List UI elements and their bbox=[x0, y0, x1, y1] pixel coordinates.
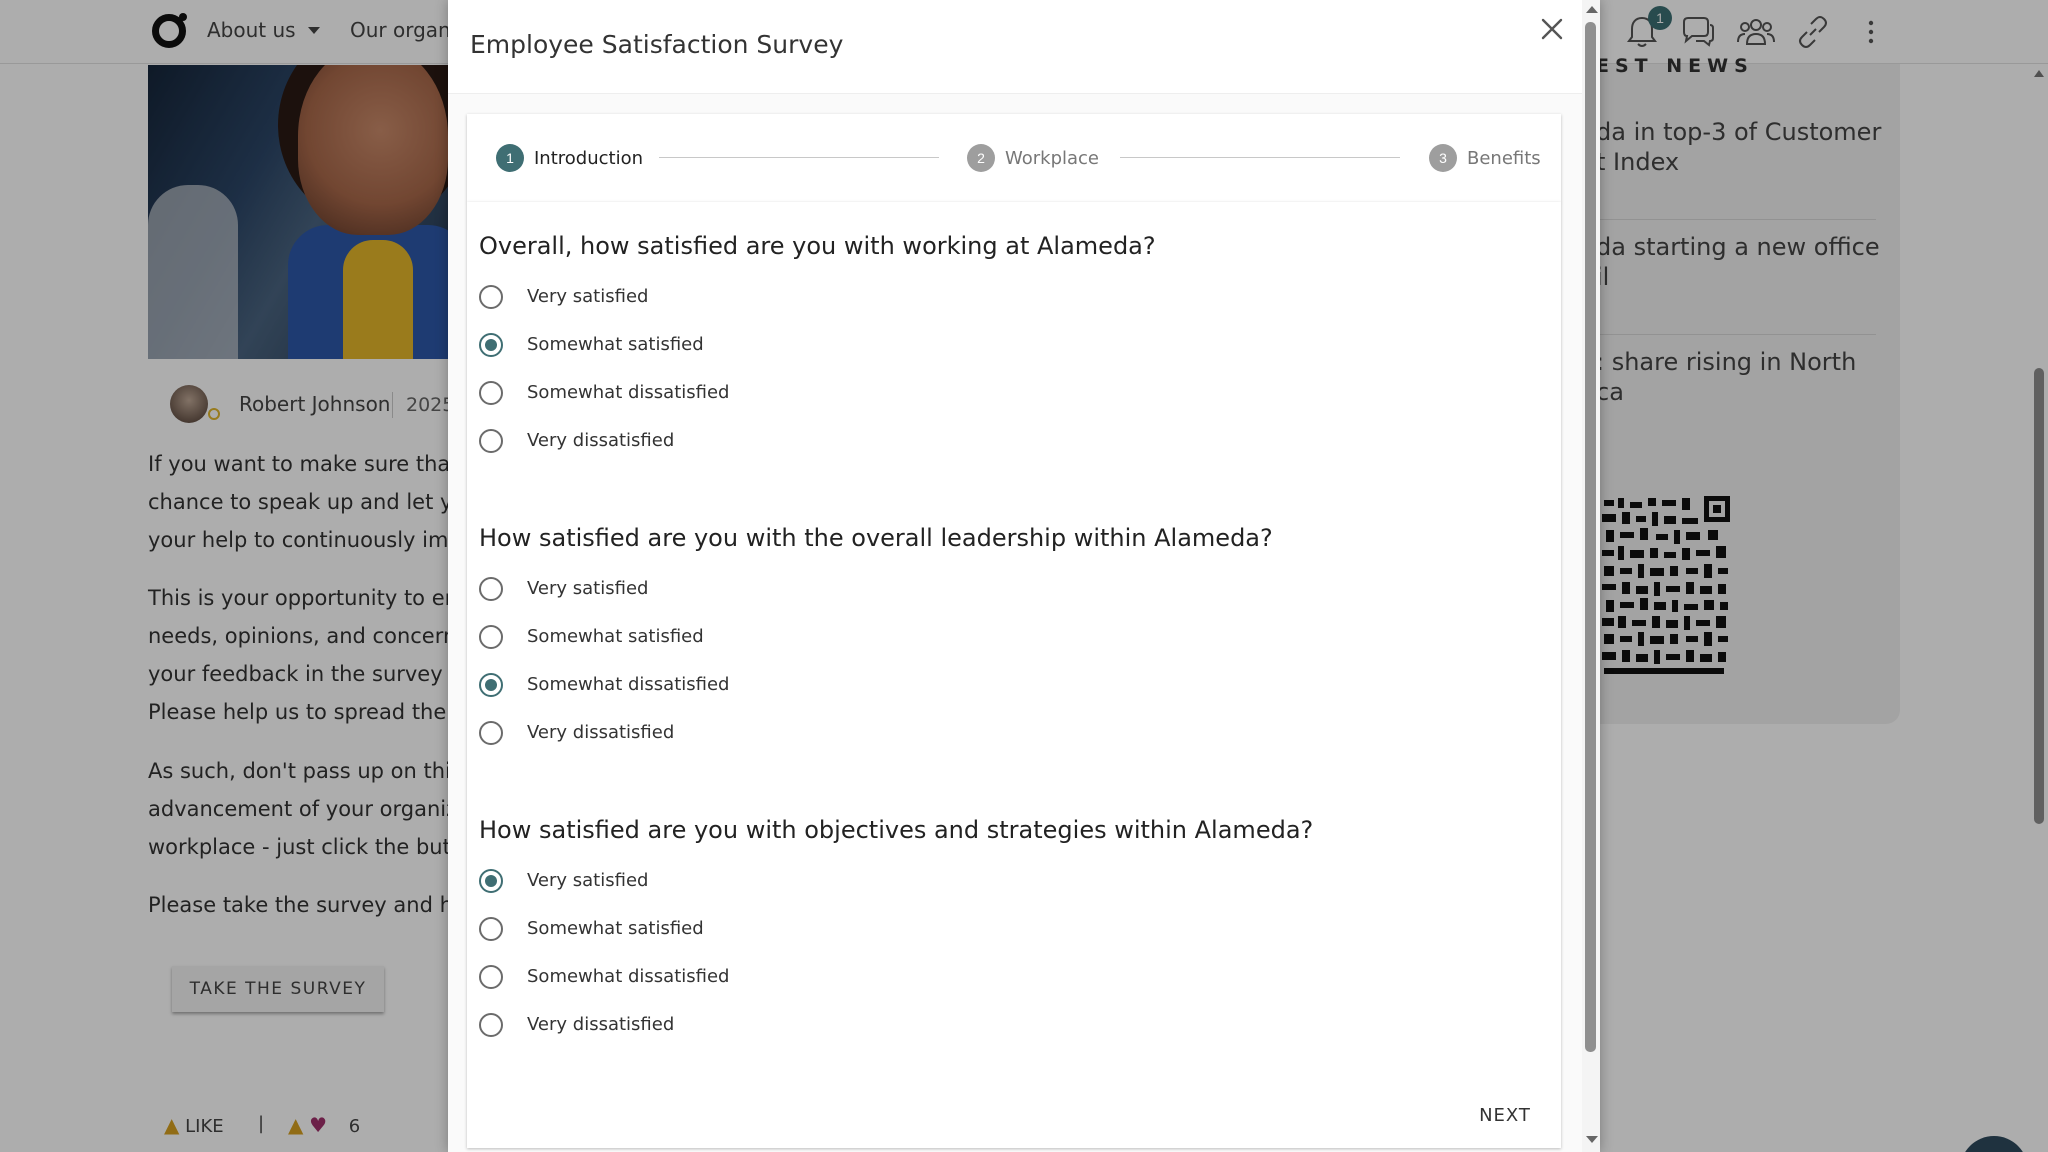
radio-option-label[interactable]: Somewhat dissatisfied bbox=[527, 382, 729, 403]
step-number[interactable]: 1 bbox=[496, 144, 524, 172]
radio-button[interactable] bbox=[479, 721, 503, 745]
radio-option[interactable]: Very dissatisfied bbox=[479, 426, 1079, 456]
dialog-scrollbar-thumb[interactable] bbox=[1585, 22, 1596, 1052]
radio-option[interactable]: Somewhat dissatisfied bbox=[479, 670, 1079, 700]
radio-option[interactable]: Somewhat satisfied bbox=[479, 330, 1079, 360]
question-title: How satisfied are you with objectives an… bbox=[479, 816, 1314, 844]
question-title: Overall, how satisfied are you with work… bbox=[479, 232, 1156, 260]
radio-button-checked[interactable] bbox=[479, 333, 503, 357]
radio-option-label[interactable]: Very satisfied bbox=[527, 578, 648, 599]
question-title: How satisfied are you with the overall l… bbox=[479, 524, 1273, 552]
radio-option[interactable]: Very satisfied bbox=[479, 282, 1079, 312]
dialog-header: Employee Satisfaction Survey bbox=[448, 0, 1582, 94]
dialog-scroll-up-arrow[interactable] bbox=[1586, 6, 1598, 13]
radio-button-checked[interactable] bbox=[479, 673, 503, 697]
radio-option[interactable]: Somewhat satisfied bbox=[479, 914, 1079, 944]
radio-button[interactable] bbox=[479, 577, 503, 601]
radio-option-label[interactable]: Very dissatisfied bbox=[527, 430, 674, 451]
step-introduction[interactable]: Introduction bbox=[534, 148, 643, 169]
next-button[interactable]: NEXT bbox=[1465, 1098, 1545, 1134]
radio-option[interactable]: Somewhat dissatisfied bbox=[479, 378, 1079, 408]
radio-option-label[interactable]: Somewhat satisfied bbox=[527, 918, 704, 939]
step-connector bbox=[659, 157, 939, 158]
close-icon[interactable] bbox=[1537, 14, 1567, 44]
radio-option-label[interactable]: Very dissatisfied bbox=[527, 722, 674, 743]
radio-option[interactable]: Very satisfied bbox=[479, 866, 1079, 896]
step-benefits[interactable]: Benefits bbox=[1467, 148, 1541, 169]
radio-button[interactable] bbox=[479, 965, 503, 989]
radio-option[interactable]: Very satisfied bbox=[479, 574, 1079, 604]
radio-option-label[interactable]: Somewhat satisfied bbox=[527, 626, 704, 647]
step-number[interactable]: 3 bbox=[1429, 144, 1457, 172]
survey-questions-card: Overall, how satisfied are you with work… bbox=[467, 202, 1561, 1148]
radio-option-label[interactable]: Somewhat satisfied bbox=[527, 334, 704, 355]
radio-option-label[interactable]: Somewhat dissatisfied bbox=[527, 674, 729, 695]
radio-button[interactable] bbox=[479, 1013, 503, 1037]
radio-option[interactable]: Somewhat dissatisfied bbox=[479, 962, 1079, 992]
radio-button[interactable] bbox=[479, 381, 503, 405]
radio-option[interactable]: Somewhat satisfied bbox=[479, 622, 1079, 652]
step-connector bbox=[1120, 157, 1400, 158]
radio-option[interactable]: Very dissatisfied bbox=[479, 1010, 1079, 1040]
dialog-title: Employee Satisfaction Survey bbox=[470, 30, 844, 59]
step-number[interactable]: 2 bbox=[967, 144, 995, 172]
survey-dialog: Employee Satisfaction Survey 1 Introduct… bbox=[448, 0, 1600, 1152]
survey-stepper: 1 Introduction 2 Workplace 3 Benefits bbox=[467, 114, 1561, 202]
radio-option-label[interactable]: Very satisfied bbox=[527, 870, 648, 891]
dialog-scroll-down-arrow[interactable] bbox=[1586, 1136, 1598, 1143]
radio-button[interactable] bbox=[479, 625, 503, 649]
radio-option-label[interactable]: Very dissatisfied bbox=[527, 1014, 674, 1035]
radio-button[interactable] bbox=[479, 285, 503, 309]
step-workplace[interactable]: Workplace bbox=[1005, 148, 1099, 169]
radio-button-checked[interactable] bbox=[479, 869, 503, 893]
radio-option-label[interactable]: Somewhat dissatisfied bbox=[527, 966, 729, 987]
radio-button[interactable] bbox=[479, 917, 503, 941]
radio-option[interactable]: Very dissatisfied bbox=[479, 718, 1079, 748]
radio-option-label[interactable]: Very satisfied bbox=[527, 286, 648, 307]
radio-button[interactable] bbox=[479, 429, 503, 453]
